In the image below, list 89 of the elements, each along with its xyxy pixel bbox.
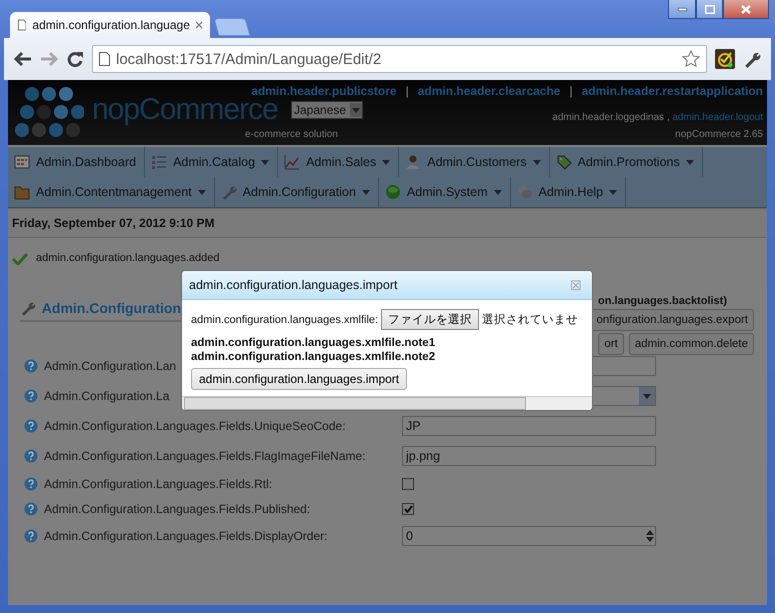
close-icon[interactable] [196, 21, 202, 29]
header-link[interactable]: admin.header.clearcache [418, 84, 560, 98]
field-label: Admin.Configuration.Languages.Fields.UniqueSeoCode: [44, 419, 347, 433]
menu-item[interactable]: Admin.Catalog [145, 147, 278, 177]
person-icon [405, 154, 422, 170]
action-button[interactable]: onfiguration.languages.export [590, 309, 754, 331]
maximize-button[interactable] [696, 0, 723, 19]
minimize-icon [678, 8, 686, 10]
checkmark-icon [404, 504, 412, 512]
help-icon[interactable] [24, 529, 38, 543]
list-icon [151, 154, 168, 170]
star-icon[interactable] [682, 50, 700, 68]
wrench-icon [20, 300, 36, 316]
maximize-icon [704, 4, 714, 14]
page-icon [99, 52, 110, 66]
language-select[interactable]: Japanese [291, 101, 364, 119]
extension-icon[interactable] [715, 49, 735, 69]
help-icon[interactable] [24, 476, 38, 490]
help-icon[interactable] [24, 419, 38, 433]
reload-icon[interactable] [66, 50, 84, 68]
header-link[interactable]: admin.header.publicstore [251, 84, 397, 98]
menu-item[interactable]: Admin.Promotions [550, 147, 703, 177]
logged-in-text: admin.header.loggedinas , [552, 112, 670, 123]
note-text: admin.configuration.languages.xmlfile.note1 [191, 337, 436, 349]
close-icon [741, 4, 751, 14]
wrench-icon [220, 184, 237, 200]
menu-item[interactable]: Admin.Sales [278, 147, 400, 177]
checkmark-icon [12, 252, 28, 264]
tag-icon [556, 154, 572, 170]
dialog-title: admin.configuration.languages.import [189, 278, 398, 292]
close-button[interactable] [723, 0, 769, 19]
caret-icon [352, 108, 360, 112]
file-label: admin.configuration.languages.xmlfile: [191, 314, 378, 326]
logo-dots-icon [12, 84, 84, 140]
chart-icon [284, 154, 300, 170]
page-title: Admin.Configuration [42, 300, 181, 316]
separator: | [569, 84, 573, 98]
menu-item[interactable]: Admin.Customers [399, 147, 550, 177]
checkbox[interactable] [402, 478, 414, 490]
text-field[interactable]: JP [402, 416, 656, 436]
wrench-icon[interactable] [743, 50, 761, 68]
text-field[interactable]: jp.png [402, 446, 656, 466]
choose-file-button[interactable]: ファイルを選択 [381, 309, 480, 330]
field-label: Admin.Configuration.Lan [44, 359, 178, 373]
menu-item[interactable]: Admin.Configuration [214, 177, 379, 207]
browser-tab[interactable]: admin.configuration.language [10, 12, 210, 38]
calendar-icon [14, 154, 30, 170]
number-field[interactable]: 0 [402, 526, 656, 546]
help-icon[interactable] [24, 502, 38, 516]
note-text: admin.configuration.languages.xmlfile.note2 [191, 351, 436, 363]
chat-icon [516, 184, 533, 200]
help-icon[interactable] [24, 359, 38, 373]
header-link[interactable]: admin.header.restartapplication [582, 84, 763, 98]
back-link[interactable]: on.languages.backtolist) [598, 295, 727, 307]
field-label: Admin.Configuration.Languages.Fields.FlagImageFileName: [44, 449, 367, 463]
tab-title: admin.configuration.language [32, 18, 190, 32]
minimize-button[interactable] [668, 0, 696, 19]
help-icon[interactable] [24, 449, 38, 463]
menu-item[interactable]: Admin.Help [510, 177, 626, 207]
help-icon[interactable] [24, 389, 38, 403]
caret-icon [643, 394, 651, 398]
menu-item[interactable]: Admin.Dashboard [8, 147, 146, 177]
success-message: admin.configuration.languages.added [36, 252, 220, 264]
page-icon [18, 18, 26, 32]
action-button[interactable]: ort [598, 333, 624, 355]
new-tab-button[interactable] [214, 18, 250, 36]
no-file-text: 選択されていませ [482, 312, 578, 327]
date-text: Friday, September 07, 2012 9:10 PM [8, 208, 767, 238]
field-label: Admin.Configuration.Languages.Fields.DisplayOrder: [44, 529, 328, 543]
import-button[interactable]: admin.configuration.languages.import [191, 368, 408, 390]
field-label: Admin.Configuration.La [44, 389, 170, 403]
close-icon[interactable]: ☒ [570, 278, 582, 292]
menu-item[interactable]: Admin.Contentmanagement [8, 177, 215, 207]
version-text: nopCommerce 2.65 [675, 129, 763, 140]
field-label: Admin.Configuration.Languages.Fields.Published: [44, 502, 312, 516]
address-bar[interactable]: localhost:17517/Admin/Language/Edit/2 [92, 45, 707, 73]
url-text: localhost:17517/Admin/Language/Edit/2 [116, 50, 382, 68]
horizontal-scrollbar[interactable] [182, 396, 592, 410]
checkbox[interactable] [402, 502, 414, 514]
globe-icon [384, 184, 401, 200]
separator: | [406, 84, 409, 98]
menu-item[interactable]: Admin.System [378, 177, 511, 207]
spinner-icon[interactable] [645, 529, 655, 543]
field-label: Admin.Configuration.Languages.Fields.Rtl: [44, 476, 274, 490]
tagline: e-commerce solution [245, 129, 338, 140]
back-icon[interactable] [14, 51, 32, 67]
folder-icon [14, 184, 30, 200]
action-button[interactable]: admin.common.delete [628, 333, 754, 355]
logout-link[interactable]: admin.header.logout [672, 112, 763, 123]
